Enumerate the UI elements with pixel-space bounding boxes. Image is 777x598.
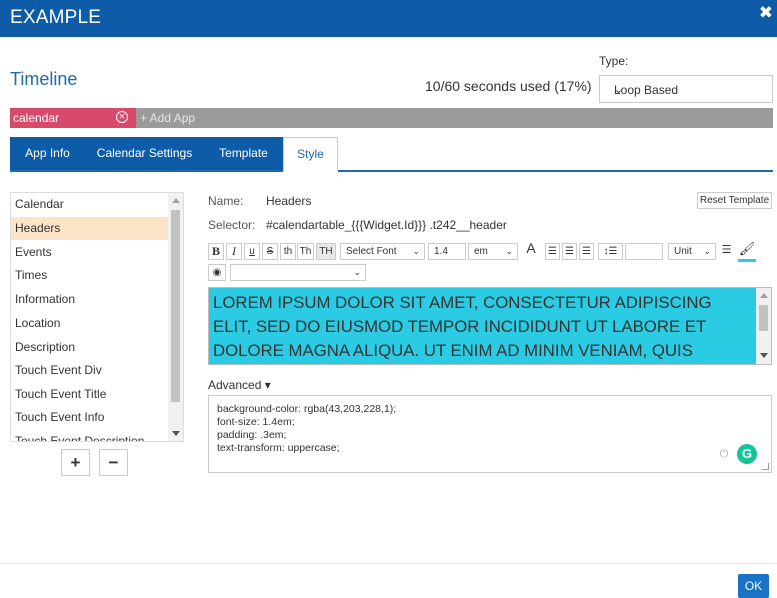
- scroll-up-icon[interactable]: [760, 293, 768, 298]
- scroll-down-icon[interactable]: [760, 353, 768, 358]
- remove-tag-icon[interactable]: ✕: [116, 111, 128, 123]
- font-size-value: 1.4: [434, 246, 448, 257]
- tab-bar: App Info Calendar Settings Template Styl…: [10, 137, 773, 172]
- list-item[interactable]: Times: [11, 264, 169, 287]
- scroll-thumb[interactable]: [759, 305, 768, 331]
- tab-style[interactable]: Style: [283, 137, 338, 172]
- italic-button[interactable]: I: [226, 243, 242, 260]
- list-item[interactable]: Events: [11, 241, 169, 264]
- fill-color-icon[interactable]: 🖌: [738, 241, 756, 258]
- tab-template[interactable]: Template: [204, 137, 283, 170]
- chevron-down-icon: ⌄: [703, 246, 711, 256]
- style-element-list[interactable]: Calendar Headers Events Times Informatio…: [10, 192, 184, 442]
- scroll-thumb[interactable]: [171, 210, 180, 402]
- chevron-down-icon: ⌄: [614, 84, 624, 96]
- css-line: text-transform: uppercase;: [217, 442, 340, 454]
- align-center-icon[interactable]: ☰: [562, 243, 577, 260]
- type-label: Type:: [599, 54, 629, 68]
- css-line: background-color: rgba(43,203,228,1);: [217, 403, 397, 415]
- list-scrollbar[interactable]: [168, 193, 183, 441]
- window-title: EXAMPLE: [10, 7, 102, 28]
- app-bar: calendar ✕ + Add App: [10, 108, 773, 128]
- chevron-down-icon: ⌄: [412, 246, 420, 256]
- list-item[interactable]: Touch Event Title: [11, 383, 169, 406]
- css-line: font-size: 1.4em;: [217, 416, 295, 428]
- line-height-input[interactable]: [625, 243, 663, 260]
- uppercase-button[interactable]: TH: [316, 243, 336, 260]
- preview-text: Lorem ipsum dolor sit amet, consectetur …: [213, 293, 712, 360]
- lowercase-button[interactable]: th: [280, 243, 296, 260]
- resize-handle-icon[interactable]: [762, 463, 769, 470]
- font-size-input[interactable]: 1.4: [428, 243, 466, 260]
- scroll-up-icon[interactable]: [172, 198, 180, 203]
- font-size-unit-value: em: [474, 246, 488, 257]
- capitalize-button[interactable]: Th: [297, 243, 314, 260]
- list-item[interactable]: Location: [11, 312, 169, 335]
- font-select-value: Select Font: [346, 246, 397, 257]
- ok-button[interactable]: OK: [738, 574, 769, 598]
- selector-value: #calendartable_{{{Widget.Id}}} .t242__he…: [266, 218, 507, 232]
- name-value: Headers: [266, 194, 312, 208]
- close-icon[interactable]: ✖: [759, 3, 773, 23]
- font-size-unit-select[interactable]: em ⌄: [468, 243, 518, 260]
- font-color-icon[interactable]: A: [522, 241, 540, 258]
- list-item[interactable]: Calendar: [11, 193, 169, 216]
- style-preview: Lorem ipsum dolor sit amet, consectetur …: [208, 287, 772, 365]
- align-right-icon[interactable]: ☰: [579, 243, 594, 260]
- list-item[interactable]: Description: [11, 336, 169, 359]
- power-icon[interactable]: ⏻: [716, 446, 732, 462]
- bold-button[interactable]: B: [208, 243, 224, 260]
- app-tag-label: calendar: [13, 111, 60, 125]
- type-select[interactable]: Loop Based ⌄: [599, 75, 773, 103]
- usage-text: 10/60 seconds used (17%): [425, 78, 592, 94]
- list-item[interactable]: Touch Event Div: [11, 359, 169, 382]
- chevron-down-icon: ⌄: [353, 267, 361, 277]
- css-line: padding: .3em;: [217, 429, 287, 441]
- tab-calendar-settings[interactable]: Calendar Settings: [85, 137, 204, 170]
- app-tag[interactable]: calendar ✕: [10, 108, 136, 128]
- line-height-unit-value: Unit: [674, 246, 692, 257]
- preview-scrollbar[interactable]: [756, 288, 771, 364]
- strikethrough-button[interactable]: S: [262, 243, 278, 260]
- scroll-down-icon[interactable]: [172, 431, 180, 436]
- list-item[interactable]: Touch Event Description: [11, 430, 169, 441]
- page-title: Timeline: [10, 69, 78, 89]
- list-item[interactable]: Headers: [11, 217, 169, 240]
- remove-style-button[interactable]: −: [99, 449, 128, 476]
- chevron-down-icon: ⌄: [505, 246, 513, 256]
- add-style-button[interactable]: +: [61, 449, 90, 476]
- list-item[interactable]: Touch Event Info: [11, 406, 169, 429]
- visibility-icon[interactable]: ◉: [208, 264, 226, 281]
- title-bar: EXAMPLE ✖: [0, 0, 777, 37]
- css-textarea[interactable]: background-color: rgba(43,203,228,1); fo…: [208, 395, 772, 473]
- underline-button[interactable]: u: [244, 243, 260, 260]
- line-height-unit-select[interactable]: Unit ⌄: [668, 243, 716, 260]
- align-left-icon[interactable]: ☰: [545, 243, 560, 260]
- line-height-icon[interactable]: ↕☰: [598, 243, 623, 260]
- style-variant-select[interactable]: ⌄: [230, 264, 366, 281]
- footer-divider: [0, 563, 777, 564]
- advanced-toggle[interactable]: Advanced ▾: [208, 378, 271, 392]
- reset-template-button[interactable]: Reset Template: [697, 192, 772, 209]
- fill-color-swatch: [738, 259, 756, 262]
- selector-label: Selector:: [208, 218, 256, 232]
- text-direction-icon[interactable]: ☰: [719, 243, 734, 260]
- tab-app-info[interactable]: App Info: [10, 137, 85, 170]
- list-item[interactable]: Information: [11, 288, 169, 311]
- name-label: Name:: [208, 194, 244, 208]
- grammarly-icon[interactable]: G: [737, 444, 757, 464]
- font-select[interactable]: Select Font ⌄: [340, 243, 425, 260]
- add-app-input[interactable]: + Add App: [140, 111, 195, 125]
